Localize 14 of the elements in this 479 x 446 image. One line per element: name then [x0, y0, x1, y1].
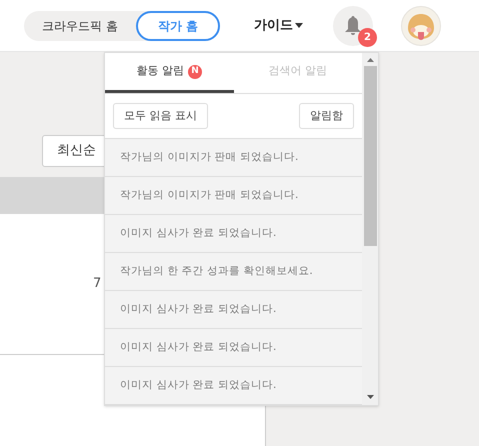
new-badge: N [188, 64, 202, 79]
home-toggle-option[interactable]: 크라우드픽 홈 [24, 10, 136, 40]
guide-menu[interactable]: 가이드 [254, 16, 304, 36]
scroll-down-icon[interactable] [366, 395, 374, 399]
bell-icon [345, 16, 362, 36]
scrollbar[interactable] [362, 53, 378, 405]
caret-icon [295, 23, 304, 28]
scrollbar-thumb[interactable] [364, 66, 376, 246]
table-cell-text: 7 [93, 275, 102, 294]
home-toggle-option[interactable]: 작가 홈 [136, 10, 220, 40]
avatar-icon[interactable] [401, 6, 442, 46]
panel-action-button[interactable]: 모두 읽음 표시 [113, 103, 208, 130]
scroll-up-icon[interactable] [366, 58, 374, 62]
panel-action-button[interactable]: 알림함 [299, 103, 354, 130]
